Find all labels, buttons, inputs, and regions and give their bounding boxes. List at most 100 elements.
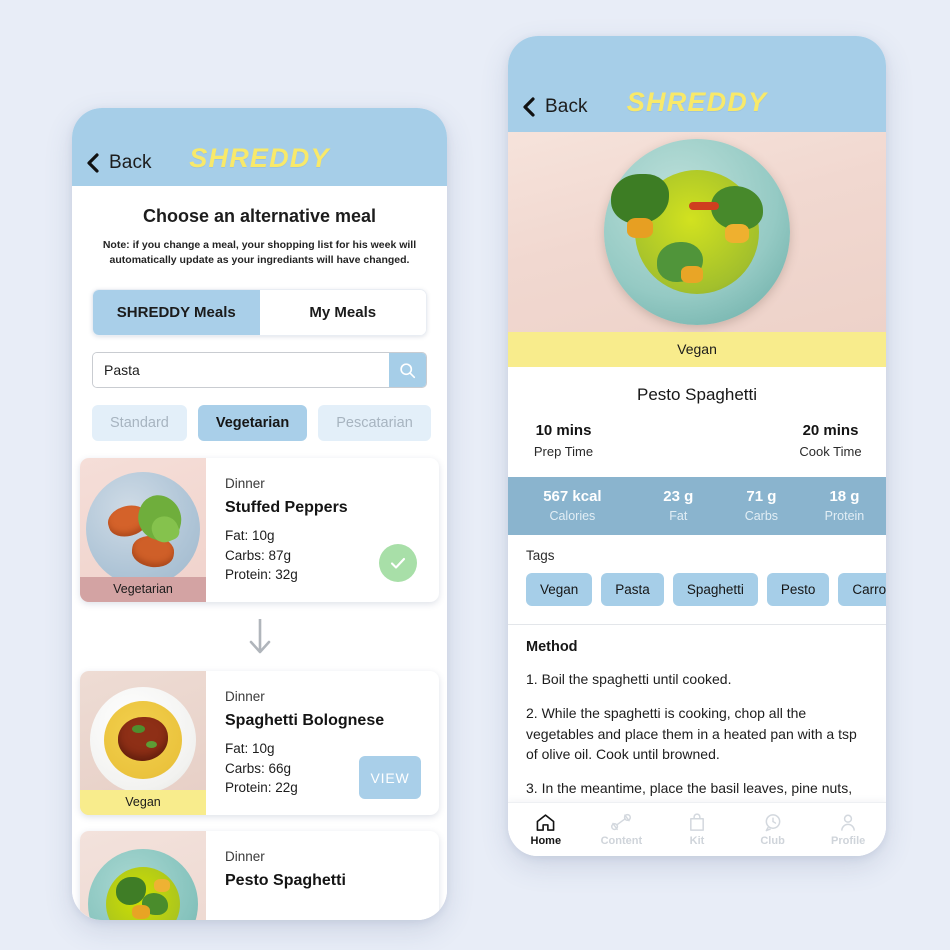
back-button[interactable]: Back bbox=[72, 152, 152, 174]
prep-time-label: Prep Time bbox=[533, 444, 594, 459]
meal-type: Dinner bbox=[225, 849, 265, 865]
meal-diet-badge: Vegetarian bbox=[80, 577, 206, 603]
back-button[interactable]: Back bbox=[508, 96, 588, 118]
meal-type: Dinner bbox=[225, 476, 265, 492]
meal-thumbnail: Vegan bbox=[80, 671, 206, 816]
diet-band-vegan: Vegan bbox=[508, 332, 886, 367]
tab-profile[interactable]: Profile bbox=[810, 813, 886, 847]
tab-content[interactable]: Content bbox=[584, 813, 660, 847]
filter-chip-pescatarian[interactable]: Pescatarian bbox=[318, 405, 431, 442]
view-meal-button[interactable]: VIEW bbox=[359, 756, 421, 800]
method-step: 1. Boil the spaghetti until cooked. bbox=[526, 671, 732, 687]
cook-time-value: 20 mins bbox=[802, 422, 859, 439]
macro-fat: Fat: 10g bbox=[225, 527, 275, 543]
check-icon bbox=[390, 558, 406, 569]
meal-list: Vegetarian Dinner Stuffed Peppers Fat: 1… bbox=[72, 458, 447, 920]
macro-carbs: Carbs: 66g bbox=[225, 760, 292, 776]
meal-thumbnail bbox=[80, 831, 206, 920]
meal-card-alternative[interactable]: Dinner Pesto Spaghetti bbox=[80, 831, 439, 920]
meal-name: Stuffed Peppers bbox=[225, 499, 348, 517]
person-icon bbox=[841, 814, 856, 831]
page-title: Choose an alternative meal bbox=[142, 206, 377, 226]
tab-home[interactable]: Home bbox=[508, 813, 584, 847]
meal-name: Spaghetti Bolognese bbox=[225, 712, 385, 730]
recipe-title: Pesto Spaghetti bbox=[636, 385, 758, 404]
recipe-times: 10 mins Prep Time 20 mins Cook Time bbox=[508, 422, 886, 459]
nutrition-protein: 18 g Protein bbox=[803, 488, 886, 523]
search-icon bbox=[400, 363, 416, 379]
macro-protein: Protein: 22g bbox=[225, 780, 298, 796]
meal-source-segmented-control[interactable]: SHREDDY Meals My Meals bbox=[92, 289, 427, 337]
bag-icon bbox=[690, 812, 704, 831]
fat-label: Fat bbox=[669, 509, 688, 523]
carbs-value: 71 g bbox=[746, 488, 777, 505]
phone-left-alternative-meals: Back SHREDDY Choose an alternative meal … bbox=[72, 108, 447, 920]
carbs-label: Carbs bbox=[744, 509, 779, 523]
meal-card-selected[interactable]: Vegetarian Dinner Stuffed Peppers Fat: 1… bbox=[80, 458, 439, 603]
search-bar[interactable] bbox=[92, 352, 427, 389]
app-header-right: Back SHREDDY bbox=[508, 36, 886, 132]
tag-chip[interactable]: Pesto bbox=[766, 573, 830, 606]
meal-macros: Fat: 10g Carbs: 66g Protein: 22g bbox=[225, 739, 298, 799]
search-input[interactable] bbox=[93, 353, 389, 388]
calories-value: 567 kcal bbox=[543, 488, 602, 505]
tab-my-meals[interactable]: My Meals bbox=[259, 290, 426, 336]
macro-fat: Fat: 10g bbox=[225, 740, 275, 756]
back-label: Back bbox=[545, 96, 588, 117]
prep-time-value: 10 mins bbox=[535, 422, 592, 439]
swap-arrow bbox=[72, 602, 447, 671]
meal-info: Dinner Pesto Spaghetti bbox=[206, 831, 439, 920]
meal-diet-badge: Vegan bbox=[80, 790, 206, 816]
tab-content-label: Content bbox=[600, 834, 643, 847]
cook-time-label: Cook Time bbox=[799, 444, 862, 459]
meal-name: Pesto Spaghetti bbox=[225, 872, 346, 890]
nutrition-calories: 567 kcal Calories bbox=[508, 488, 637, 523]
nutrition-carbs: 71 g Carbs bbox=[720, 488, 803, 523]
method-heading: Method bbox=[526, 639, 578, 655]
diet-filter-chips: Standard Vegetarian Pescatarian bbox=[92, 405, 447, 442]
section-divider bbox=[508, 624, 886, 625]
app-mockup-canvas: Back SHREDDY Choose an alternative meal … bbox=[0, 0, 950, 950]
macro-carbs: Carbs: 87g bbox=[225, 547, 292, 563]
chat-icon bbox=[765, 813, 780, 831]
selected-check-button[interactable] bbox=[379, 544, 417, 583]
calories-label: Calories bbox=[549, 509, 596, 523]
tab-kit[interactable]: Kit bbox=[659, 812, 735, 847]
protein-value: 18 g bbox=[829, 488, 860, 505]
tab-kit-label: Kit bbox=[689, 834, 705, 847]
left-screen-body: Choose an alternative meal Note: if you … bbox=[72, 206, 447, 920]
bottom-tab-bar: Home Content Kit Club Profile bbox=[508, 802, 886, 856]
meal-info: Dinner Stuffed Peppers Fat: 10g Carbs: 8… bbox=[206, 458, 439, 602]
page-note: Note: if you change a meal, your shoppin… bbox=[102, 239, 417, 267]
arrow-down-icon bbox=[249, 619, 270, 654]
cook-time: 20 mins Cook Time bbox=[697, 422, 886, 459]
tag-chip[interactable]: Vegan bbox=[526, 573, 593, 606]
tab-club[interactable]: Club bbox=[735, 813, 811, 847]
tab-club-label: Club bbox=[760, 834, 785, 847]
prep-time: 10 mins Prep Time bbox=[508, 422, 697, 459]
meal-thumbnail: Vegetarian bbox=[80, 458, 206, 603]
meal-info: Dinner Spaghetti Bolognese Fat: 10g Carb… bbox=[206, 671, 439, 815]
nutrition-fat: 23 g Fat bbox=[637, 488, 720, 523]
home-icon bbox=[536, 813, 555, 831]
meal-type: Dinner bbox=[225, 689, 265, 705]
recipe-hero-photo bbox=[508, 132, 886, 332]
method-step: 2. While the spaghetti is cooking, chop … bbox=[526, 705, 857, 762]
nutrition-summary-bar: 567 kcal Calories 23 g Fat 71 g Carbs 18… bbox=[508, 477, 886, 535]
tag-chip[interactable]: Pasta bbox=[601, 573, 664, 606]
tab-shreddy-meals[interactable]: SHREDDY Meals bbox=[93, 290, 260, 336]
right-screen-body: Vegan Pesto Spaghetti 10 mins Prep Time … bbox=[508, 132, 886, 856]
tab-profile-label: Profile bbox=[831, 834, 866, 847]
filter-chip-standard[interactable]: Standard bbox=[92, 405, 187, 442]
meal-macros: Fat: 10g Carbs: 87g Protein: 32g bbox=[225, 526, 298, 586]
tab-home-label: Home bbox=[530, 834, 562, 847]
tag-chip[interactable]: Spaghetti bbox=[672, 573, 758, 606]
search-button[interactable] bbox=[389, 353, 426, 388]
protein-label: Protein bbox=[824, 509, 865, 523]
meal-card-alternative[interactable]: Vegan Dinner Spaghetti Bolognese Fat: 10… bbox=[80, 671, 439, 816]
pesto-spaghetti-photo bbox=[80, 831, 206, 920]
dumbbell-icon bbox=[611, 813, 632, 830]
tag-chip[interactable]: Carrots bbox=[838, 573, 886, 606]
app-header-left: Back SHREDDY bbox=[72, 108, 447, 186]
filter-chip-vegetarian[interactable]: Vegetarian bbox=[197, 405, 308, 442]
